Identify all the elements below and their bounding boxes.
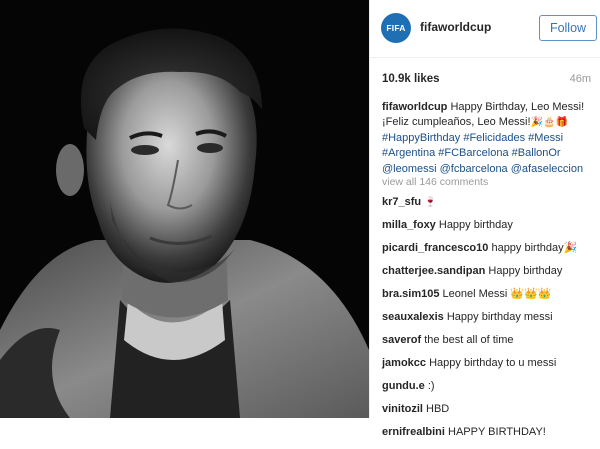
follow-button[interactable]: Follow [539, 15, 597, 41]
caption-username[interactable]: fifaworldcup [382, 101, 447, 113]
comment-username[interactable]: gundu.e [382, 380, 425, 392]
comment-item: kr7_sfu 🍷 [382, 196, 597, 219]
comment-username[interactable]: saverof [382, 334, 421, 346]
comment-username[interactable]: bra.sim105 [382, 288, 439, 300]
hashtag-link[interactable]: #HappyBirthday [382, 132, 460, 144]
comment-item: picardi_francesco10 happy birthday🎉 [382, 242, 597, 265]
comment-text: Happy birthday to u messi [429, 357, 557, 369]
comment-username[interactable]: vinitozil [382, 403, 423, 415]
comment-text: Happy birthday [438, 219, 513, 231]
comment-text: HBD [426, 403, 450, 415]
comment-username[interactable]: milla_foxy [382, 219, 436, 231]
caption-emoji: 🎉🎂🎁 [530, 117, 568, 129]
hashtag-link[interactable]: #BallonOr [512, 147, 561, 159]
comment-text: HAPPY BIRTHDAY! [448, 426, 546, 438]
comments-list: kr7_sfu 🍷 milla_foxy Happy birthday pica… [382, 196, 597, 449]
comment-username[interactable]: ernifrealbini [382, 426, 445, 438]
comment-username[interactable]: kr7_sfu [382, 196, 421, 208]
comment-text: Happy birthday messi [446, 311, 553, 323]
hashtag-link[interactable]: #Felicidades [463, 132, 525, 144]
comment-text: the best all of time [424, 334, 514, 346]
mention-link[interactable]: @afaseleccion [511, 163, 583, 175]
comment-text: Happy birthday [488, 265, 563, 277]
comment-item: jamokcc Happy birthday to u messi [382, 357, 597, 380]
portrait-image [0, 0, 369, 418]
avatar-logo-text: FIFA [386, 23, 406, 33]
post-details-panel: FIFA fifaworldcup Follow 10.9k likes 46m… [369, 0, 600, 438]
caption-line-1: Happy Birthday, Leo Messi! [450, 101, 585, 113]
comment-item: bra.sim105 Leonel Messi 👑👑👑 [382, 288, 597, 311]
comment-username[interactable]: picardi_francesco10 [382, 242, 488, 254]
comment-text: :) [427, 380, 435, 392]
comment-item: seauxalexis Happy birthday messi [382, 311, 597, 334]
comment-item: gundu.e :) [382, 380, 597, 403]
mention-link[interactable]: @leomessi [382, 163, 437, 175]
hashtag-link[interactable]: #Argentina [382, 147, 435, 159]
comment-item: vinitozil HBD [382, 403, 597, 426]
post-header: FIFA fifaworldcup Follow [370, 0, 600, 58]
comment-item: milla_foxy Happy birthday [382, 219, 597, 242]
caption-line-2: ¡Feliz cumpleaños, Leo Messi! [382, 116, 531, 129]
comment-username[interactable]: jamokcc [382, 357, 426, 369]
comment-username[interactable]: chatterjee.sandipan [382, 265, 485, 277]
post-caption: fifaworldcup Happy Birthday, Leo Messi! … [382, 100, 594, 177]
comment-item: chatterjee.sandipan Happy birthday [382, 265, 597, 288]
hashtag-link[interactable]: #Messi [528, 132, 563, 144]
account-username[interactable]: fifaworldcup [420, 20, 491, 34]
post-photo[interactable] [0, 0, 369, 418]
mention-link[interactable]: @fcbarcelona [440, 163, 508, 175]
post-meta: 10.9k likes 46m [382, 73, 591, 89]
view-all-comments-link[interactable]: view all 146 comments [382, 176, 488, 188]
avatar[interactable]: FIFA [381, 13, 411, 43]
comment-text: happy birthday🎉 [491, 242, 578, 254]
comment-text: 🍷 [424, 197, 437, 208]
likes-count[interactable]: 10.9k likes [382, 73, 440, 85]
comment-text: Leonel Messi 👑👑👑 [442, 288, 552, 300]
comment-item: ernifrealbini HAPPY BIRTHDAY! [382, 426, 597, 449]
comment-item: saverof the best all of time [382, 334, 597, 357]
post-timestamp: 46m [569, 73, 591, 85]
hashtag-link[interactable]: #FCBarcelona [438, 147, 508, 159]
comment-username[interactable]: seauxalexis [382, 311, 444, 323]
